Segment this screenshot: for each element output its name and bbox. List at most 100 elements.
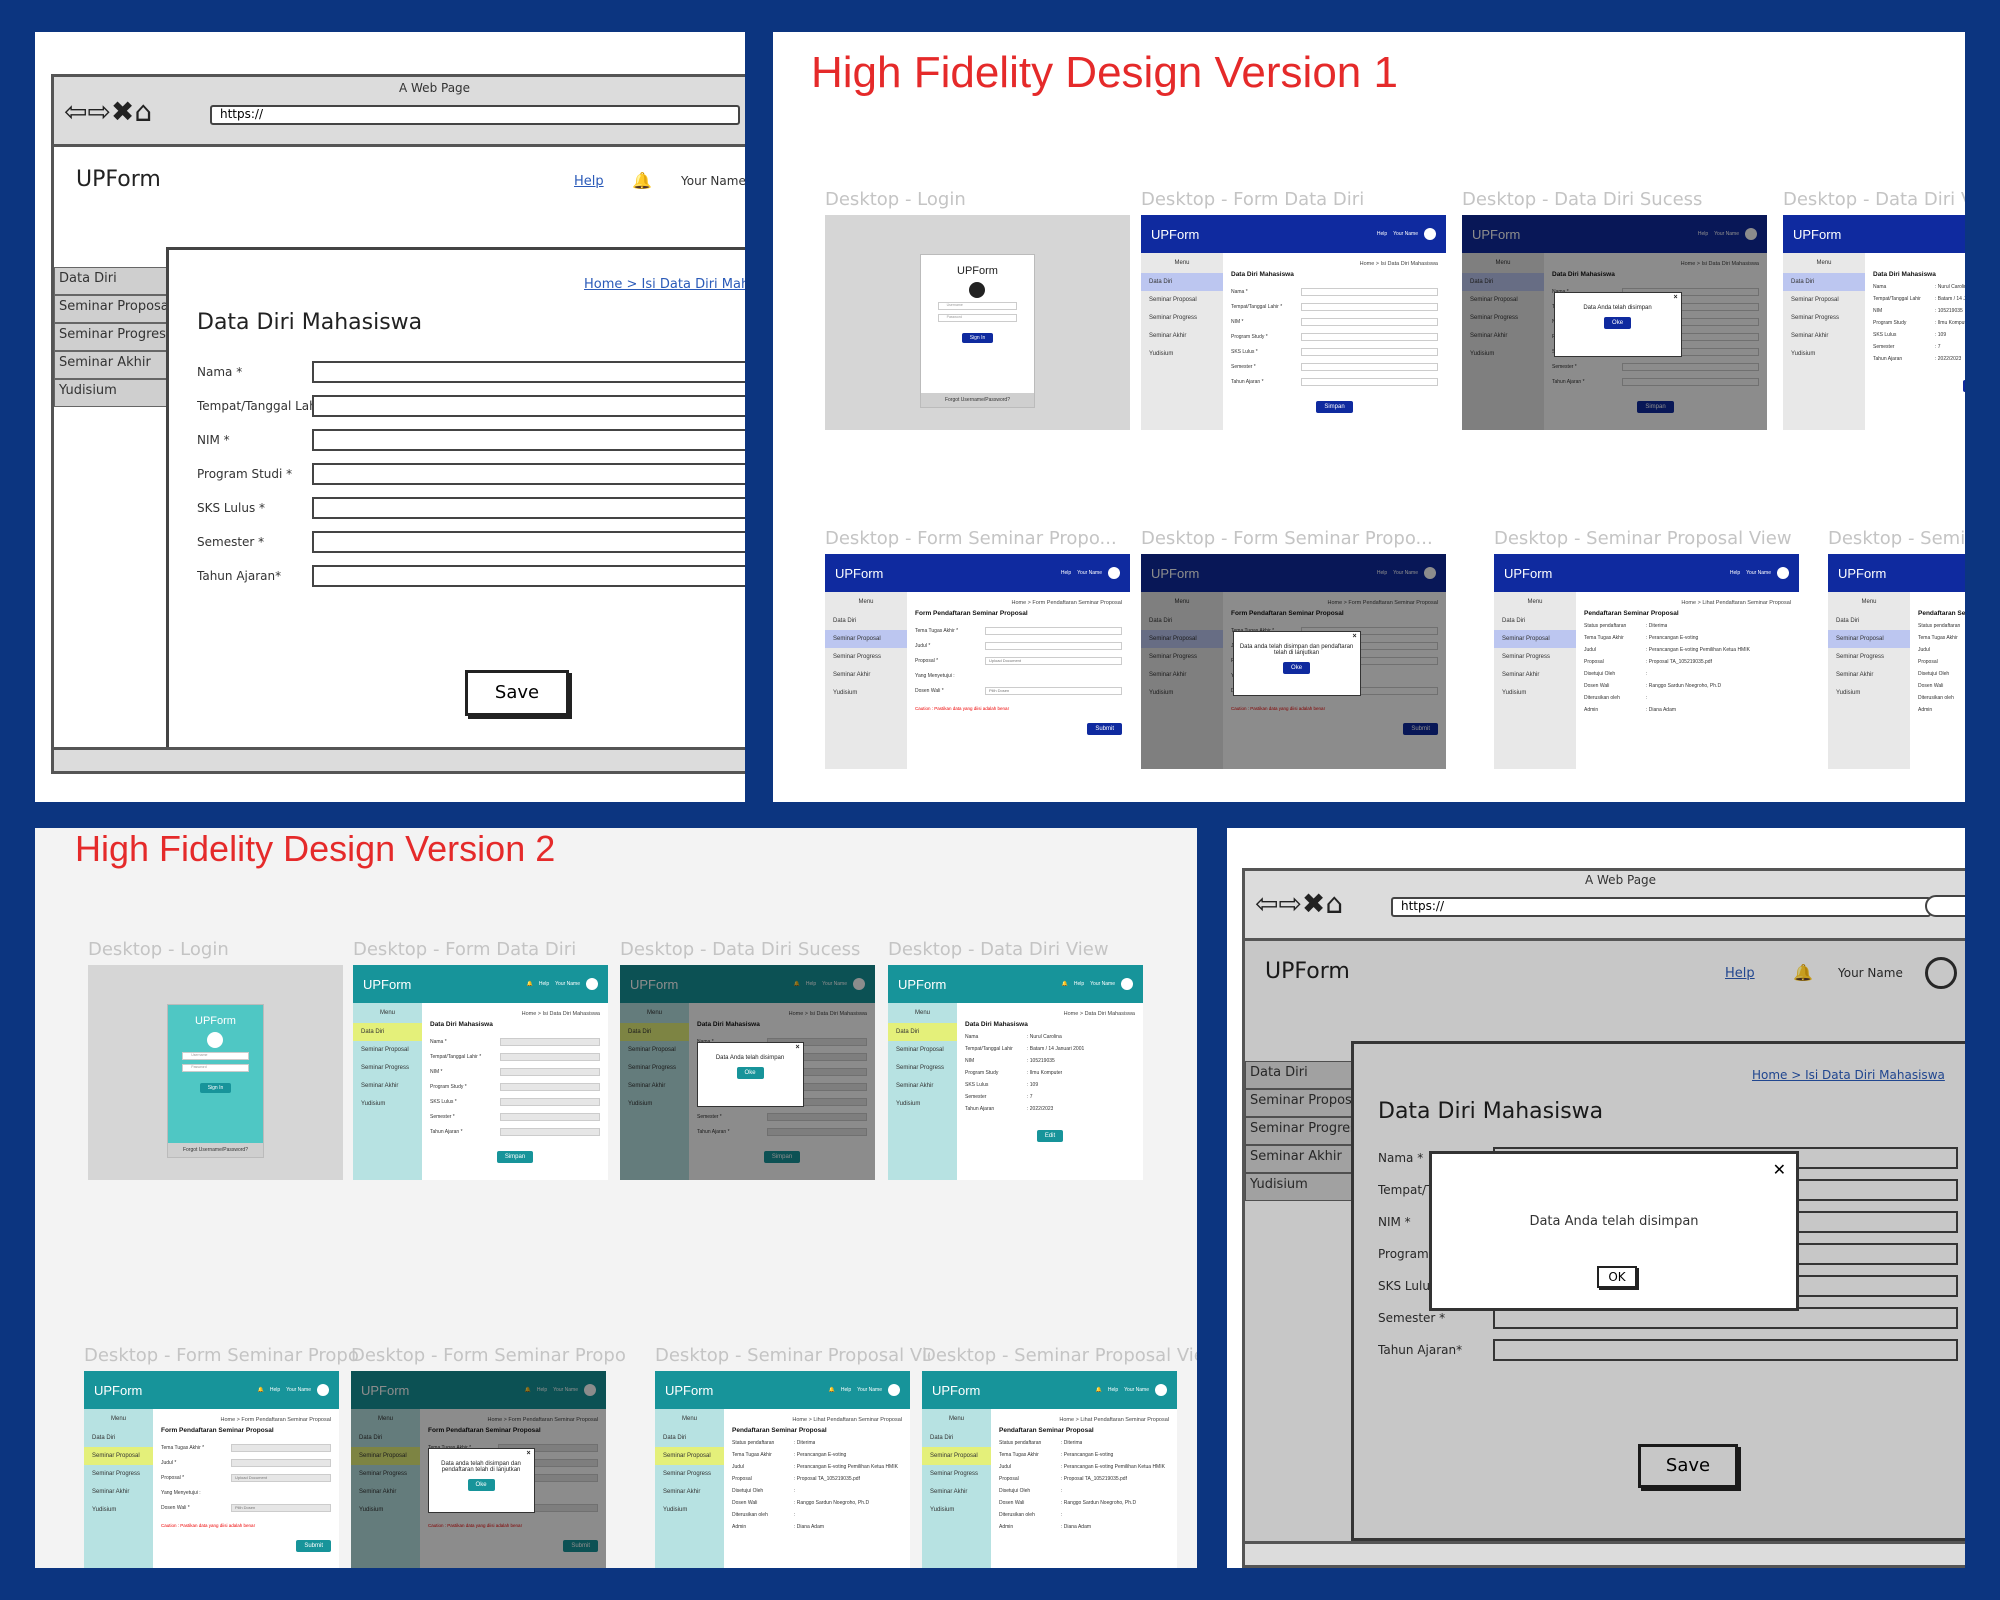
bell-icon[interactable]: 🔔 <box>632 171 652 190</box>
sidebar-item[interactable]: Seminar Akhir <box>1494 666 1576 684</box>
sidebar-item[interactable]: Seminar Akhir <box>1828 666 1910 684</box>
avatar[interactable] <box>586 978 598 990</box>
sidebar-item[interactable]: Seminar Proposal <box>655 1447 724 1465</box>
sidebar-item[interactable]: Data Diri <box>922 1429 991 1447</box>
field-input[interactable]: Upload Document <box>985 656 1122 665</box>
help-link[interactable]: Help <box>841 1387 851 1393</box>
address-bar-2[interactable]: https:// <box>1391 897 1931 917</box>
field-input[interactable] <box>231 1458 331 1467</box>
avatar[interactable] <box>888 1384 900 1396</box>
help-link[interactable]: Help <box>1074 981 1084 987</box>
sidebar-item[interactable]: Seminar Progress <box>825 648 907 666</box>
close-icon[interactable]: × <box>1353 633 1357 640</box>
sidebar-item[interactable]: Yudisium <box>825 684 907 702</box>
sidebar-item[interactable]: Seminar Akhir <box>922 1483 991 1501</box>
field-input[interactable] <box>1301 317 1438 326</box>
field-input[interactable]: Pilih Dosen <box>231 1503 331 1512</box>
field-input[interactable] <box>500 1067 600 1076</box>
sidebar-item[interactable]: Yudisium <box>1494 684 1576 702</box>
search-icon[interactable] <box>1925 895 1965 917</box>
sidebar-item[interactable]: Seminar Proposal <box>353 1041 422 1059</box>
field-input[interactable] <box>500 1097 600 1106</box>
oke-button[interactable]: Oke <box>1604 317 1632 330</box>
field-input[interactable] <box>312 565 745 587</box>
sidebar-item[interactable]: Seminar Proposal <box>84 1447 153 1465</box>
avatar[interactable] <box>1777 567 1789 579</box>
close-icon[interactable]: × <box>796 1044 800 1051</box>
bell-icon[interactable]: 🔔 <box>527 981 533 987</box>
password-field[interactable]: Password <box>182 1063 249 1072</box>
field-input[interactable]: Upload Document <box>231 1473 331 1482</box>
field-input[interactable] <box>1301 347 1438 356</box>
help-link[interactable]: Help <box>574 174 604 189</box>
sidebar-item[interactable]: Data Diri <box>1783 273 1865 291</box>
sidebar-item[interactable]: Data Diri <box>1828 612 1910 630</box>
sidebar-item[interactable]: Seminar Akhir <box>1783 327 1865 345</box>
sidebar-item[interactable]: Seminar Progress <box>888 1059 957 1077</box>
signin-button[interactable]: Sign In <box>961 332 994 343</box>
field-input[interactable] <box>500 1127 600 1136</box>
close-icon[interactable]: ✕ <box>1773 1160 1786 1179</box>
field-input[interactable] <box>312 463 745 485</box>
field-input[interactable] <box>500 1082 600 1091</box>
signin-button[interactable]: Sign In <box>199 1082 232 1093</box>
sidebar-item[interactable]: Seminar Proposal <box>1783 291 1865 309</box>
sidebar-item[interactable]: Seminar Akhir <box>888 1077 957 1095</box>
sidebar-item-seminar-progress[interactable]: Seminar Progress <box>54 323 169 351</box>
breadcrumb[interactable]: Home > Isi Data Diri Mahasiswa <box>584 277 745 292</box>
sidebar-item[interactable]: Seminar Akhir <box>1141 327 1223 345</box>
sidebar-item[interactable]: Yudisium <box>655 1501 724 1519</box>
oke-button[interactable]: Oke <box>1283 662 1311 675</box>
sidebar-item[interactable]: Yudisium <box>922 1501 991 1519</box>
help-link[interactable]: Help <box>539 981 549 987</box>
save-button[interactable]: Save <box>465 670 569 716</box>
sidebar-item[interactable]: Seminar Proposal <box>1494 630 1576 648</box>
field-input[interactable]: Pilih Dosen <box>985 686 1122 695</box>
sidebar-item[interactable]: Seminar Akhir <box>353 1077 422 1095</box>
sidebar-item[interactable]: Seminar Proposal <box>888 1041 957 1059</box>
sidebar-item[interactable]: Seminar Progress <box>353 1059 422 1077</box>
field-input[interactable] <box>985 641 1122 650</box>
sidebar-item[interactable]: Yudisium <box>888 1095 957 1113</box>
username-field[interactable]: Username <box>937 301 1018 310</box>
help-link[interactable]: Help <box>270 1387 280 1393</box>
sidebar-item[interactable]: Data Diri <box>353 1023 422 1041</box>
field-input[interactable] <box>312 395 745 417</box>
sidebar-item-yudisium[interactable]: Yudisium <box>54 379 169 407</box>
field-input[interactable] <box>1301 287 1438 296</box>
field-input[interactable] <box>231 1443 331 1452</box>
field-input[interactable] <box>312 497 745 519</box>
ok-button[interactable]: OK <box>1597 1266 1637 1288</box>
bell-icon[interactable]: 🔔 <box>829 1387 835 1393</box>
sidebar-item[interactable]: Seminar Akhir <box>84 1483 153 1501</box>
sidebar-item[interactable]: Yudisium <box>1828 684 1910 702</box>
bell-icon[interactable]: 🔔 <box>1062 981 1068 987</box>
field-input[interactable] <box>312 361 745 383</box>
close-icon[interactable]: × <box>1674 294 1678 301</box>
nav-arrows-icon-2[interactable]: ⇦⇨✖⌂ <box>1255 887 1343 920</box>
address-bar[interactable]: https:// <box>210 105 740 125</box>
field-input[interactable] <box>312 531 745 553</box>
sidebar-item[interactable]: Yudisium <box>1141 345 1223 363</box>
field-input[interactable] <box>1301 302 1438 311</box>
avatar[interactable] <box>317 1384 329 1396</box>
sidebar-item[interactable]: Seminar Progress <box>1783 309 1865 327</box>
field-input[interactable] <box>1301 332 1438 341</box>
sidebar-item[interactable]: Yudisium <box>353 1095 422 1113</box>
sidebar-item[interactable]: Seminar Akhir <box>825 666 907 684</box>
sidebar-item[interactable]: Seminar Proposal <box>825 630 907 648</box>
sidebar-item[interactable]: Seminar Progress <box>1828 648 1910 666</box>
oke-button[interactable]: Oke <box>467 1479 495 1492</box>
forgot-link[interactable]: Forgot Username/Password? <box>168 1143 263 1158</box>
avatar[interactable] <box>1155 1384 1167 1396</box>
sidebar-item[interactable]: Data Diri <box>825 612 907 630</box>
oke-button[interactable]: Oke <box>736 1067 764 1080</box>
submit-button[interactable]: Submit <box>296 1540 331 1552</box>
field-input[interactable] <box>1301 377 1438 386</box>
sidebar-item[interactable]: Data Diri <box>655 1429 724 1447</box>
field-input[interactable] <box>985 626 1122 635</box>
sidebar-item[interactable]: Data Diri <box>84 1429 153 1447</box>
avatar[interactable] <box>1424 228 1436 240</box>
edit-button[interactable]: Edit <box>1036 1130 1064 1142</box>
sidebar-item[interactable]: Seminar Proposal <box>1828 630 1910 648</box>
